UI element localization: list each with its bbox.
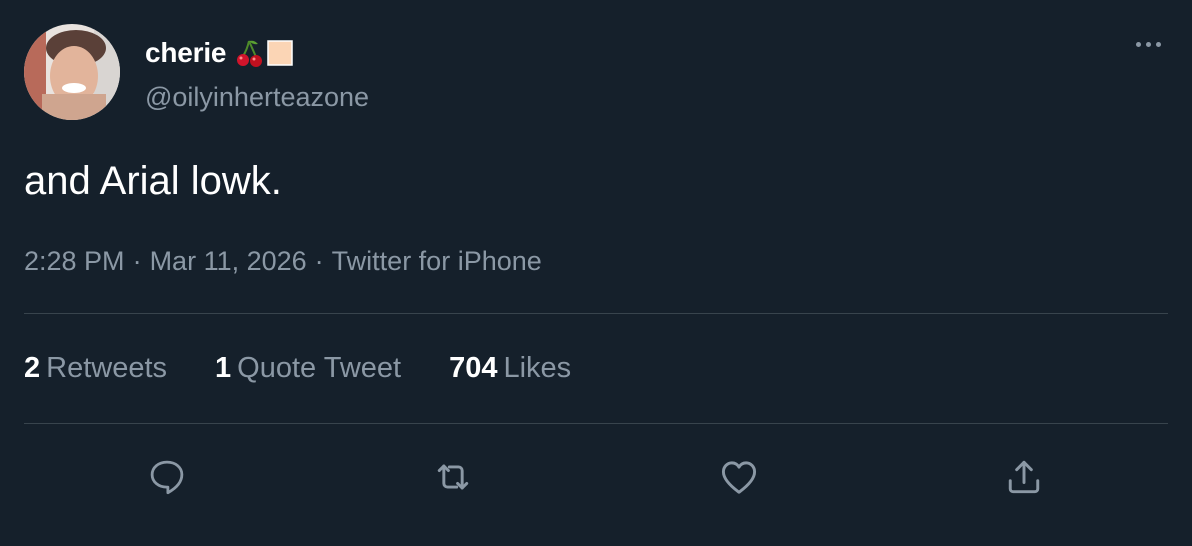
tweet-time[interactable]: 2:28 PM xyxy=(24,246,125,276)
retweets-label: Retweets xyxy=(46,352,168,384)
meta-separator: · xyxy=(314,246,324,276)
share-icon[interactable] xyxy=(1001,454,1047,500)
display-name[interactable]: cherie xyxy=(145,37,226,69)
retweet-icon[interactable] xyxy=(430,454,476,500)
quotes-count: 1 xyxy=(215,352,232,384)
reply-icon[interactable] xyxy=(144,454,190,500)
tweet-card: cherie @oilyinherteazone and Arial lowk. xyxy=(0,0,1192,546)
likes-label: Likes xyxy=(503,352,572,384)
more-dot xyxy=(1145,41,1151,47)
meta-separator: · xyxy=(132,246,142,276)
peach-square-emoji-icon xyxy=(267,40,294,66)
user-handle[interactable]: @oilyinherteazone xyxy=(145,82,369,113)
more-dot xyxy=(1155,41,1161,47)
retweets-stat[interactable]: 2 Retweets xyxy=(24,352,167,385)
quote-tweets-stat[interactable]: 1 Quote Tweet xyxy=(215,352,401,385)
display-name-row: cherie xyxy=(145,36,294,70)
tweet-date[interactable]: Mar 11, 2026 xyxy=(150,246,307,276)
like-icon[interactable] xyxy=(716,454,762,500)
tweet-text: and Arial lowk. xyxy=(24,159,282,203)
divider xyxy=(24,423,1168,424)
tweet-source[interactable]: Twitter for iPhone xyxy=(332,246,542,276)
retweets-count: 2 xyxy=(24,352,41,384)
engagement-stats: 2 Retweets 1 Quote Tweet 704 Likes xyxy=(24,352,619,385)
more-options-icon[interactable] xyxy=(1128,36,1168,52)
tweet-meta: 2:28 PM · Mar 11, 2026 · Twitter for iPhone xyxy=(24,246,542,277)
cherry-emoji-icon xyxy=(235,38,265,68)
avatar[interactable] xyxy=(24,24,120,120)
tweet-actions xyxy=(0,448,1192,504)
quotes-label: Quote Tweet xyxy=(237,352,402,384)
divider xyxy=(24,313,1168,314)
more-dot xyxy=(1135,41,1141,47)
likes-stat[interactable]: 704 Likes xyxy=(449,352,571,385)
likes-count: 704 xyxy=(449,352,498,384)
